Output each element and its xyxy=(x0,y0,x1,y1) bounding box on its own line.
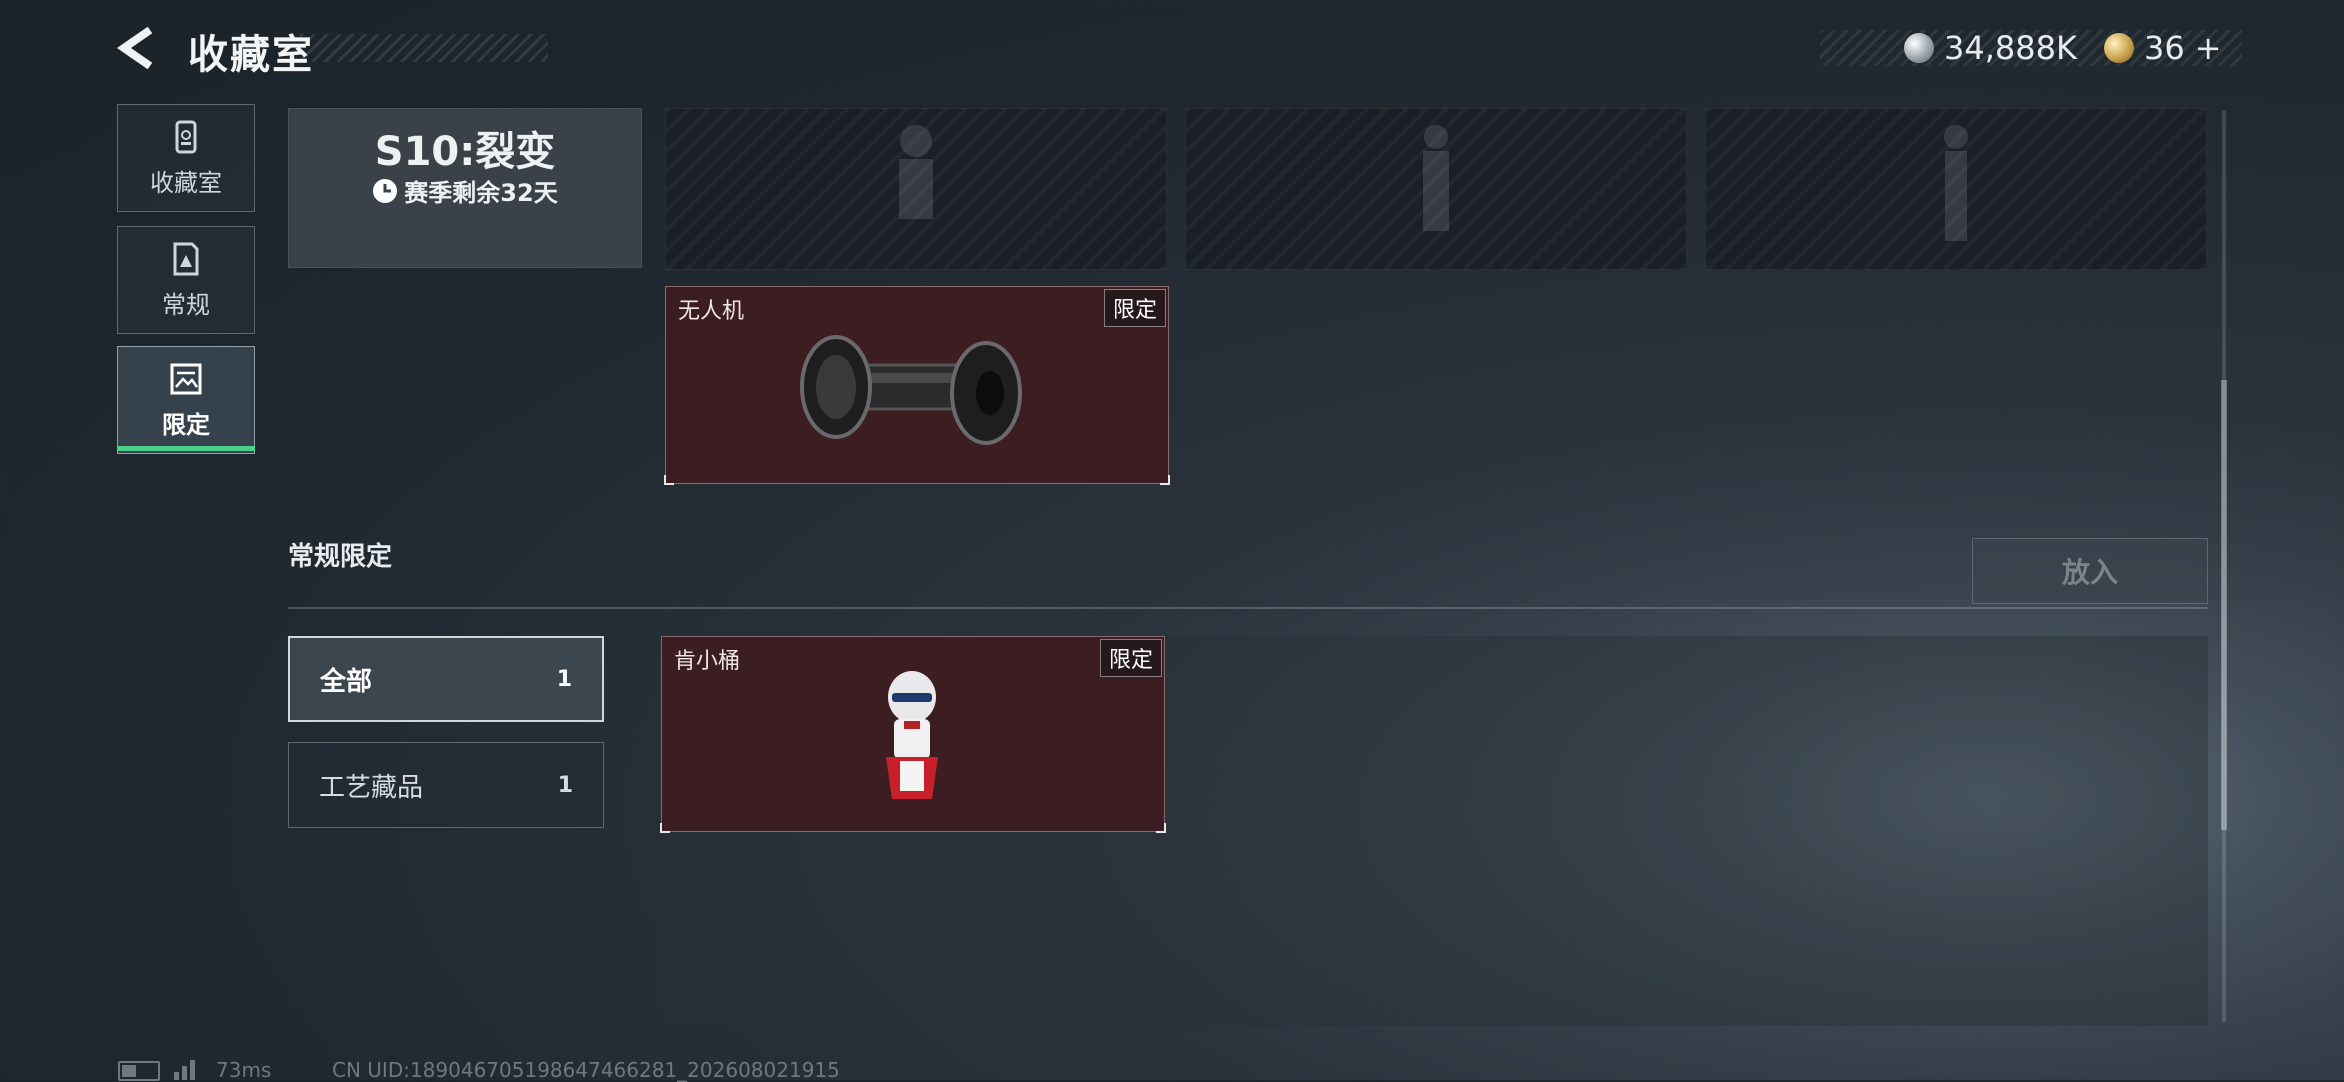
locked-slot[interactable] xyxy=(665,108,1167,270)
sidebar-item-collection[interactable]: 收藏室 xyxy=(117,104,255,212)
sidebar-item-label: 收藏室 xyxy=(150,168,222,197)
locked-silhouette-icon xyxy=(1944,125,1968,241)
add-currency-icon[interactable]: + xyxy=(2195,29,2222,67)
filter-count: 1 xyxy=(557,772,573,798)
season-card: S10:裂变 赛季剩余32天 xyxy=(288,108,642,268)
limited-image-icon xyxy=(170,363,202,394)
sidebar-item-regular[interactable]: 常规 xyxy=(117,226,255,334)
sidebar-item-limited[interactable]: 限定 xyxy=(117,346,255,454)
active-tab-indicator xyxy=(117,446,255,451)
sidebar-item-label: 限定 xyxy=(162,410,210,439)
back-arrow-icon xyxy=(116,26,153,70)
section-title: 常规限定 xyxy=(288,542,393,572)
uid-text: CN UID:18904670519864746628​1_2026080219… xyxy=(332,1058,840,1082)
filter-craft-collectibles[interactable]: 工艺藏品 1 xyxy=(288,742,604,828)
currency-silver: 34,888K xyxy=(1904,29,2077,67)
season-remaining: 赛季剩余32天 xyxy=(289,173,641,208)
gold-badge-amount: 36 xyxy=(2144,29,2185,67)
back-button[interactable] xyxy=(114,24,162,72)
season-name: S10:裂变 xyxy=(374,129,556,175)
ping-text: 73ms xyxy=(216,1058,272,1082)
gold-badge-icon xyxy=(2104,33,2134,63)
locked-slot[interactable] xyxy=(1185,108,1687,270)
section-divider xyxy=(288,607,2208,609)
filter-count: 1 xyxy=(556,666,572,692)
clock-icon xyxy=(373,178,398,203)
title-decoration xyxy=(300,34,548,62)
battery-level xyxy=(122,1065,136,1077)
page-title: 收藏室 xyxy=(188,32,314,78)
locked-silhouette-icon xyxy=(899,125,933,219)
silver-coin-icon xyxy=(1904,33,1934,63)
filter-all[interactable]: 全部 1 xyxy=(288,636,604,722)
put-in-button[interactable]: 放入 xyxy=(1972,538,2208,604)
item-name: 肯小桶 xyxy=(674,649,741,674)
card-corner xyxy=(664,475,674,485)
card-corner xyxy=(1160,475,1170,485)
collection-icon xyxy=(175,120,197,153)
limited-tag: 限定 xyxy=(1099,639,1162,677)
currency-gold[interactable]: 36 + xyxy=(2104,29,2222,67)
season-remaining-text: 赛季剩余32天 xyxy=(404,179,558,207)
card-corner xyxy=(660,823,670,833)
filter-label: 工艺藏品 xyxy=(319,772,424,803)
item-card-drone[interactable]: 无人机 限定 xyxy=(664,286,1170,485)
item-card-ken-bucket[interactable]: 肯小桶 限定 xyxy=(660,636,1166,833)
scrollbar-thumb[interactable] xyxy=(2221,380,2227,830)
locked-silhouette-icon xyxy=(1423,125,1449,231)
item-name: 无人机 xyxy=(678,299,745,324)
sidebar-item-label: 常规 xyxy=(162,290,210,319)
limited-tag: 限定 xyxy=(1103,289,1166,327)
drone-roller-icon xyxy=(800,335,1022,445)
signal-icon xyxy=(174,1060,195,1080)
silver-coin-amount: 34,888K xyxy=(1944,29,2077,67)
locked-slot[interactable] xyxy=(1705,108,2207,270)
card-corner xyxy=(1156,823,1166,833)
regular-card-icon xyxy=(173,242,199,275)
colonel-figurine-icon xyxy=(886,671,938,799)
filter-label: 全部 xyxy=(320,666,373,697)
